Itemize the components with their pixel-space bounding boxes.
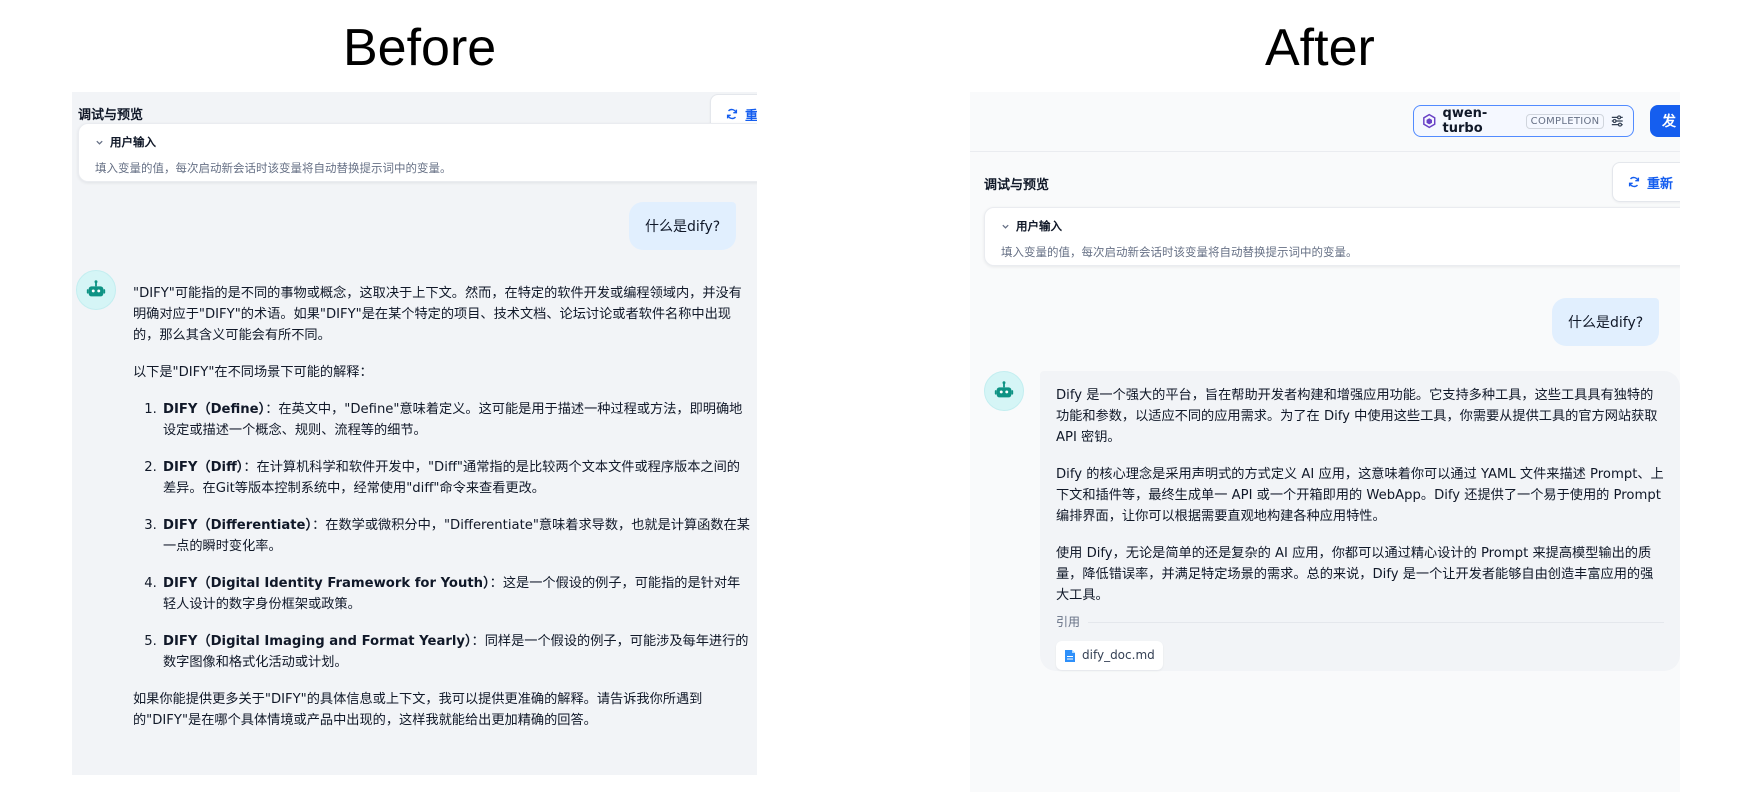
user-input-desc: 填入变量的值，每次启动新会话时该变量将自动替换提示词中的变量。 bbox=[95, 161, 452, 175]
refresh-icon bbox=[726, 108, 738, 120]
user-question-bubble: 什么是dify? bbox=[1552, 298, 1660, 346]
before-title: Before bbox=[343, 19, 497, 77]
user-input-desc: 填入变量的值，每次启动新会话时该变量将自动替换提示词中的变量。 bbox=[1001, 245, 1358, 259]
user-input-label: 用户输入 bbox=[110, 135, 156, 149]
robot-icon bbox=[994, 381, 1014, 398]
reset-label: 重新 bbox=[1647, 176, 1674, 192]
before-panel: 调试与预览 重 用户输入 填入变量的值，每次启动新会话时该变量将自动替换提示词中… bbox=[72, 92, 757, 775]
publish-button[interactable]: 发 bbox=[1650, 105, 1680, 137]
user-input-card: 用户输入 填入变量的值，每次启动新会话时该变量将自动替换提示词中的变量。 bbox=[984, 207, 1680, 266]
after-title: After bbox=[1265, 19, 1375, 77]
citation-label: 引用 bbox=[1056, 612, 1664, 633]
user-input-card: 用户输入 填入变量的值，每次启动新会话时该变量将自动替换提示词中的变量。 bbox=[78, 123, 757, 182]
qwen-logo-icon bbox=[1423, 113, 1436, 129]
model-selector[interactable]: qwen-turbo COMPLETION bbox=[1413, 105, 1634, 137]
list-item: DIFY（Define）：在英文中，"Define"意味着定义。这可能是用于描述… bbox=[161, 399, 751, 441]
answer-intro: "DIFY"可能指的是不同的事物或概念，这取决于上下文。然而，在特定的软件开发或… bbox=[133, 286, 742, 343]
list-item: DIFY（Differentiate）：在数学或微积分中，"Differenti… bbox=[161, 515, 751, 557]
bot-avatar bbox=[984, 371, 1024, 411]
reset-label: 重 bbox=[745, 108, 757, 124]
answer-paragraph: Dify 的核心理念是采用声明式的方式定义 AI 应用，这意味着你可以通过 YA… bbox=[1056, 467, 1664, 524]
answer-paragraph: 使用 Dify，无论是简单的还是复杂的 AI 应用，你都可以通过精心设计的 Pr… bbox=[1056, 546, 1654, 603]
robot-icon bbox=[86, 280, 106, 297]
answer-lead: 以下是"DIFY"在不同场景下可能的解释： bbox=[133, 365, 373, 380]
model-name: qwen-turbo bbox=[1442, 106, 1488, 136]
list-item: DIFY（Digital Imaging and Format Yearly）：… bbox=[161, 631, 751, 673]
header-divider bbox=[970, 151, 1680, 152]
bot-answer: Dify 是一个强大的平台，旨在帮助开发者构建和增强应用功能。它支持多种工具，这… bbox=[1040, 371, 1680, 671]
settings-sliders-icon[interactable] bbox=[1610, 113, 1625, 129]
panel-title: 调试与预览 bbox=[78, 108, 144, 123]
panel-title: 调试与预览 bbox=[984, 178, 1050, 193]
chevron-down-icon bbox=[96, 140, 103, 145]
reset-button[interactable]: 重新 bbox=[1612, 162, 1680, 202]
answer-list: DIFY（Define）：在英文中，"Define"意味着定义。这可能是用于描述… bbox=[133, 399, 751, 673]
user-question-bubble: 什么是dify? bbox=[629, 202, 737, 250]
bot-answer: "DIFY"可能指的是不同的事物或概念，这取决于上下文。然而，在特定的软件开发或… bbox=[117, 269, 757, 775]
citation-filename: dify_doc.md bbox=[1082, 648, 1155, 662]
user-input-toggle[interactable]: 用户输入 bbox=[1001, 218, 1680, 234]
chevron-down-icon bbox=[1002, 224, 1009, 229]
document-icon bbox=[1065, 649, 1075, 662]
user-input-toggle[interactable]: 用户输入 bbox=[95, 134, 757, 150]
after-panel: qwen-turbo COMPLETION 发 调试与预览 重新 用户输入 填入… bbox=[970, 92, 1680, 792]
list-item: DIFY（Digital Identity Framework for Yout… bbox=[161, 573, 751, 615]
refresh-icon bbox=[1628, 176, 1640, 188]
user-input-label: 用户输入 bbox=[1016, 219, 1062, 233]
bot-avatar bbox=[76, 270, 116, 310]
answer-outro: 如果你能提供更多关于"DIFY"的具体信息或上下文，我可以提供更准确的解释。请告… bbox=[133, 692, 703, 728]
citation-chip[interactable]: dify_doc.md bbox=[1056, 641, 1163, 670]
answer-paragraph: Dify 是一个强大的平台，旨在帮助开发者构建和增强应用功能。它支持多种工具，这… bbox=[1056, 388, 1658, 445]
model-mode-badge: COMPLETION bbox=[1525, 113, 1605, 129]
list-item: DIFY（Diff）：在计算机科学和软件开发中，"Diff"通常指的是比较两个文… bbox=[161, 457, 751, 499]
